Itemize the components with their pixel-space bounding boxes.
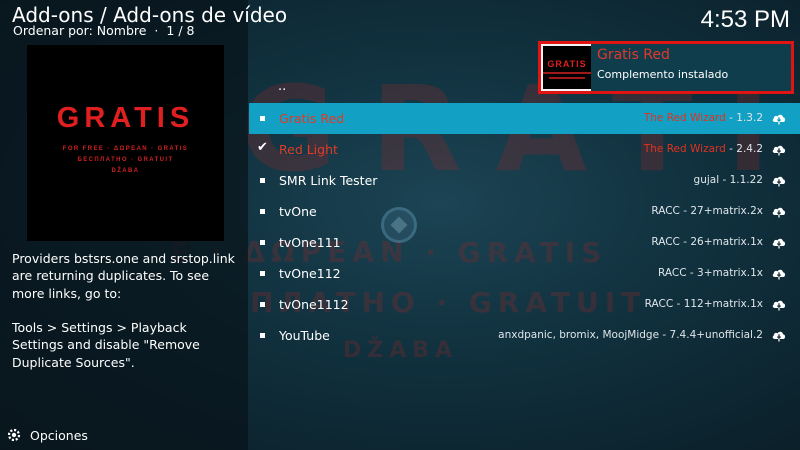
- addon-meta: RACC - 27+matrix.2x: [651, 205, 763, 217]
- addon-meta: anxdpanic, bromix, MoojMidge - 7.4.4+uno…: [498, 329, 763, 341]
- addon-list-item[interactable]: tvOne112 RACC - 3+matrix.1x: [249, 258, 800, 289]
- addon-name: Red Light: [279, 142, 338, 157]
- bullet-icon: [260, 271, 265, 276]
- addon-author: gujal: [693, 174, 720, 186]
- thumbnail-decoration: [549, 77, 585, 79]
- addon-version: 7.4.4+unofficial.2: [669, 329, 763, 341]
- addon-rows: Gratis Red The Red Wizard - 1.3.2 ✔ Red Lig…: [249, 103, 800, 351]
- addon-name: tvOne: [279, 204, 317, 219]
- addon-list-item[interactable]: YouTube anxdpanic, bromix, MoojMidge - 7.…: [249, 320, 800, 351]
- addon-list: .. Gratis Red The Red Wizard - 1.3.2 ✔ Red …: [249, 72, 800, 351]
- meta-separator: -: [659, 329, 670, 341]
- addon-version: 2.4.2: [736, 143, 763, 155]
- download-cloud-icon: [772, 207, 786, 218]
- sort-status: Ordenar por: Nombre · 1 / 8: [13, 23, 194, 38]
- meta-separator: -: [686, 267, 698, 279]
- download-cloud-icon: [772, 238, 786, 249]
- install-notification: GRATIS Gratis Red Complemento instalado: [538, 41, 794, 94]
- notification-message: Complemento instalado: [597, 68, 729, 81]
- addon-name: tvOne112: [279, 266, 341, 281]
- addon-name: tvOne1112: [279, 297, 349, 312]
- addon-meta: The Red Wizard - 1.3.2: [644, 112, 763, 124]
- thumbnail-line-1: FOR FREE · ΔΩΡΕΑΝ · GRATIS: [62, 146, 189, 152]
- clock: 4:53 PM: [700, 6, 790, 33]
- addon-name: YouTube: [279, 328, 330, 343]
- addon-meta: RACC - 112+matrix.1x: [645, 298, 763, 310]
- thumbnail-line-2: БЕСПЛАТНО · GRATUIT: [77, 157, 174, 163]
- addon-author: anxdpanic, bromix, MoojMidge: [498, 329, 660, 341]
- thumbnail-decoration: [543, 72, 591, 74]
- addon-list-item[interactable]: SMR Link Tester gujal - 1.1.22: [249, 165, 800, 196]
- addon-name: Gratis Red: [279, 111, 345, 126]
- addon-meta: gujal - 1.1.22: [694, 174, 763, 186]
- download-cloud-icon: [772, 176, 786, 187]
- addon-author: RACC: [651, 205, 680, 217]
- bullet-icon: [260, 333, 265, 338]
- addon-list-item[interactable]: tvOne RACC - 27+matrix.2x: [249, 196, 800, 227]
- addon-meta: RACC - 26+matrix.1x: [651, 236, 763, 248]
- download-cloud-icon: [772, 114, 786, 125]
- notification-title: Gratis Red: [597, 47, 670, 63]
- meta-separator: -: [673, 298, 684, 310]
- separator-dot: ·: [154, 23, 159, 38]
- download-cloud-icon: [772, 300, 786, 311]
- addon-list-item[interactable]: ✔ Red Light The Red Wizard - 2.4.2: [249, 134, 800, 165]
- gear-icon: [7, 428, 21, 442]
- meta-separator: -: [719, 174, 730, 186]
- addon-version: 1.3.2: [736, 112, 763, 124]
- thumbnail-title: GRATIS: [56, 102, 195, 134]
- addon-name: SMR Link Tester: [279, 173, 378, 188]
- download-cloud-icon: [772, 269, 786, 280]
- addon-author: The Red Wizard: [643, 143, 726, 155]
- addon-version: 26+matrix.1x: [690, 236, 763, 248]
- page-indicator: 1 / 8: [166, 23, 195, 38]
- addon-version: 1.1.22: [729, 174, 763, 186]
- notification-thumbnail-text: GRATIS: [547, 59, 587, 69]
- addon-description: Providers bstsrs.one and srstop.link are…: [12, 251, 235, 370]
- addon-author: RACC: [658, 267, 687, 279]
- addon-list-item[interactable]: tvOne111 RACC - 26+matrix.1x: [249, 227, 800, 258]
- installed-check-icon: ✔: [257, 140, 268, 155]
- options-button[interactable]: Opciones: [6, 425, 88, 445]
- notification-body: Gratis Red Complemento instalado: [591, 44, 791, 91]
- sort-label: Ordenar por: Nombre: [13, 23, 147, 38]
- addon-list-item[interactable]: tvOne1112 RACC - 112+matrix.1x: [249, 289, 800, 320]
- meta-separator: -: [725, 143, 737, 155]
- notification-thumbnail: GRATIS: [543, 46, 591, 89]
- addon-author: The Red Wizard: [643, 112, 726, 124]
- addon-version: 27+matrix.2x: [690, 205, 763, 217]
- bullet-icon: [260, 302, 265, 307]
- bullet-icon: [260, 240, 265, 245]
- addon-thumbnail: GRATIS FOR FREE · ΔΩΡΕΑΝ · GRATIS БЕСПЛА…: [27, 45, 224, 241]
- bullet-icon: [260, 116, 265, 121]
- addon-meta: The Red Wizard - 2.4.2: [644, 143, 763, 155]
- thumbnail-line-3: DŽABA: [111, 168, 140, 174]
- addon-meta: RACC - 3+matrix.1x: [658, 267, 763, 279]
- meta-separator: -: [725, 112, 737, 124]
- bullet-icon: [260, 209, 265, 214]
- meta-separator: -: [679, 236, 691, 248]
- addon-name: tvOne111: [279, 235, 341, 250]
- addon-version: 3+matrix.1x: [697, 267, 763, 279]
- download-cloud-icon: [772, 145, 786, 156]
- addon-list-item[interactable]: Gratis Red The Red Wizard - 1.3.2: [249, 103, 800, 134]
- parent-folder-label: ..: [278, 79, 287, 94]
- download-cloud-icon: [772, 331, 786, 342]
- addon-version: 112+matrix.1x: [683, 298, 763, 310]
- bullet-icon: [260, 178, 265, 183]
- options-label: Opciones: [30, 427, 88, 443]
- addon-author: RACC: [644, 298, 674, 310]
- meta-separator: -: [679, 205, 691, 217]
- addon-author: RACC: [651, 236, 680, 248]
